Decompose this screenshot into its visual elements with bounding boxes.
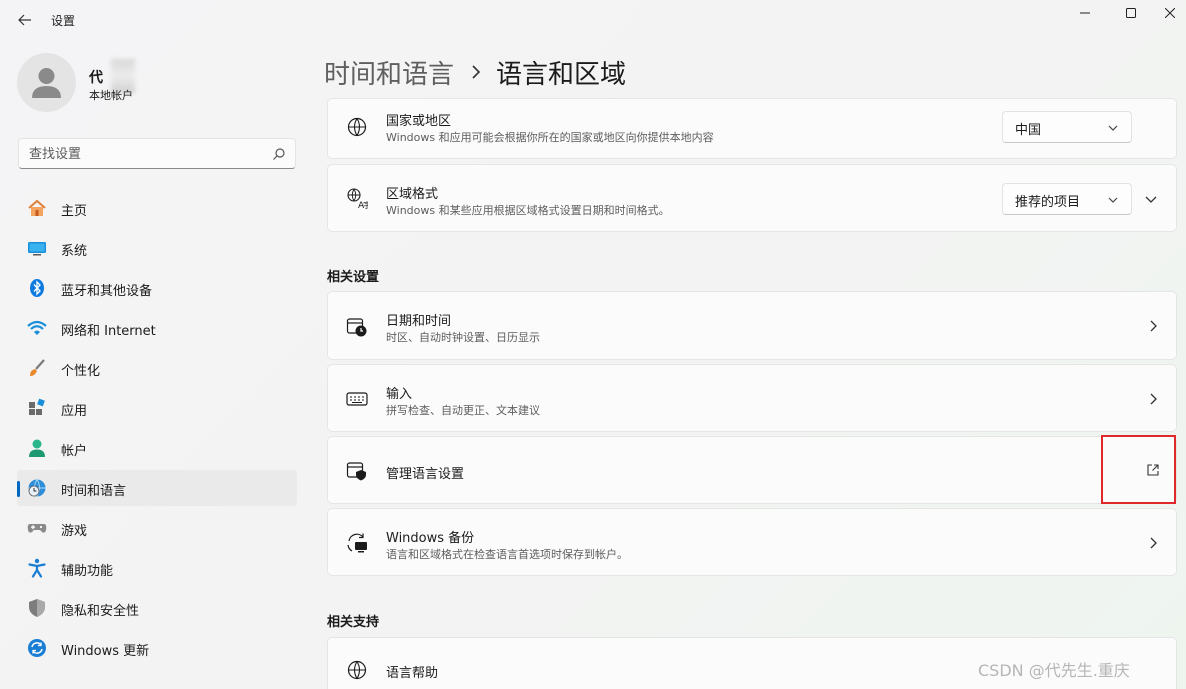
sidebar-item-privacy[interactable]: 隐私和安全性 [17, 590, 297, 626]
account-icon [29, 439, 45, 457]
keyboard-icon [346, 392, 368, 406]
brush-icon [30, 359, 45, 376]
minimize-icon [1080, 12, 1090, 14]
shield-icon [29, 599, 45, 617]
apps-icon [29, 398, 45, 415]
sidebar-item-accounts[interactable]: 帐户 [17, 430, 297, 466]
admin-language-settings-card[interactable]: 管理语言设置 [327, 436, 1177, 504]
regional-format-card[interactable]: A 字 区域格式 Windows 和某些应用根据区域格式设置日期和时间格式。 推… [327, 164, 1177, 232]
related-support-heading: 相关支持 [327, 615, 380, 630]
chevron-right-icon [1150, 320, 1157, 332]
user-avatar-icon [32, 68, 61, 98]
highlight-annotation [1101, 435, 1176, 504]
maximize-icon [1126, 8, 1136, 18]
update-icon [28, 639, 46, 657]
search-icon [273, 148, 285, 160]
calendar-clock-icon [346, 318, 367, 337]
country-dropdown[interactable]: 中国 [1002, 111, 1132, 143]
sidebar-nav: 主页 系统 蓝牙和其他设备 网络和 Internet 个性化 应用 帐户 时间和… [17, 190, 297, 670]
admin-language-icon [346, 462, 366, 481]
maximize-button[interactable] [1108, 0, 1154, 26]
chevron-right-icon [472, 65, 481, 79]
arrow-left-icon [18, 14, 31, 26]
settings-search[interactable] [18, 138, 296, 169]
sidebar-item-windows-update[interactable]: Windows 更新 [17, 630, 297, 666]
minimize-button[interactable] [1062, 0, 1108, 26]
settings-window: 设置 代 本地帐户 查找设置 主页 系统 蓝牙和其他设备 网络和 Interne… [0, 0, 1186, 689]
chevron-down-icon [1108, 125, 1118, 131]
home-icon [28, 199, 46, 216]
related-settings-heading: 相关设置 [327, 270, 380, 285]
accessibility-icon [28, 558, 46, 578]
regional-format-icon: A 字 [347, 188, 368, 209]
sidebar-item-gaming[interactable]: 游戏 [17, 510, 297, 546]
sidebar-item-system[interactable]: 系统 [17, 230, 297, 266]
close-icon [1165, 8, 1175, 18]
search-input[interactable] [29, 145, 259, 163]
chevron-down-icon [1108, 197, 1118, 203]
user-profile[interactable]: 代 本地帐户 [17, 53, 297, 113]
app-title: 设置 [51, 14, 76, 28]
chevron-right-icon [1150, 537, 1157, 549]
date-time-card[interactable]: 日期和时间 时区、自动时钟设置、日历显示 [327, 291, 1177, 360]
svg-text:字: 字 [363, 200, 368, 209]
sidebar-item-apps[interactable]: 应用 [17, 390, 297, 426]
sidebar-item-home[interactable]: 主页 [17, 190, 297, 226]
regional-format-dropdown[interactable]: 推荐的项目 [1002, 183, 1132, 215]
sidebar-item-accessibility[interactable]: 辅助功能 [17, 550, 297, 586]
backup-icon [347, 533, 367, 553]
sidebar-item-personalization[interactable]: 个性化 [17, 350, 297, 386]
globe-icon [347, 117, 367, 137]
watermark: CSDN @代先生.重庆 [978, 661, 1130, 680]
breadcrumb: 时间和语言 语言和区域 [324, 54, 626, 90]
windows-backup-card[interactable]: Windows 备份 语言和区域格式在检查语言首选项时保存到帐户。 [327, 508, 1177, 576]
sidebar-item-time-language[interactable]: 时间和语言 [17, 470, 297, 506]
back-button[interactable] [12, 8, 38, 32]
page-title: 语言和区域 [496, 59, 627, 90]
wifi-icon [27, 320, 47, 335]
sidebar-item-bluetooth[interactable]: 蓝牙和其他设备 [17, 270, 297, 306]
title-bar: 设置 [0, 0, 1186, 40]
country-region-card: 国家或地区 Windows 和应用可能会根据你所在的国家或地区向你提供本地内容 … [327, 98, 1177, 159]
gaming-icon [27, 524, 47, 533]
profile-name: 代 [89, 70, 103, 86]
account-type: 本地帐户 [89, 89, 133, 102]
chevron-right-icon [1150, 393, 1157, 405]
globe-icon [347, 660, 367, 680]
typing-card[interactable]: 输入 拼写检查、自动更正、文本建议 [327, 364, 1177, 432]
time-language-icon [28, 479, 46, 497]
avatar [17, 53, 76, 112]
close-button[interactable] [1154, 0, 1186, 26]
sidebar-item-network[interactable]: 网络和 Internet [17, 310, 297, 346]
breadcrumb-parent[interactable]: 时间和语言 [324, 54, 454, 91]
expand-chevron-icon[interactable] [1144, 192, 1158, 206]
system-icon [28, 242, 46, 256]
bluetooth-icon [30, 279, 44, 297]
